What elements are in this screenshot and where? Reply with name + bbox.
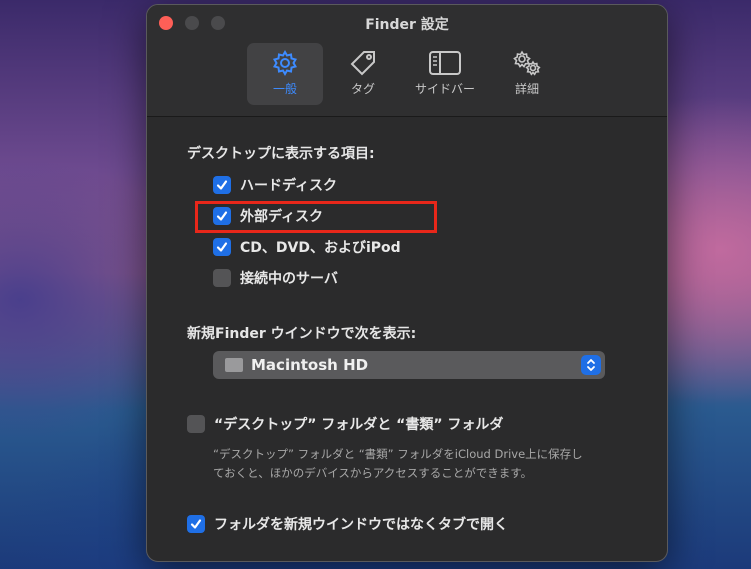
new-window-target-value: Macintosh HD bbox=[251, 356, 369, 374]
tag-icon bbox=[350, 51, 375, 76]
window-title: Finder 設定 bbox=[365, 17, 449, 33]
toolbar: Finder 設定 一般 タグ サイドバー 詳細 bbox=[147, 5, 667, 117]
gears-icon bbox=[513, 50, 541, 76]
open-folders-in-tabs-label: フォルダを新規ウインドウではなくタブで開く bbox=[214, 517, 508, 533]
connected-servers-label: 接続中のサーバ bbox=[240, 271, 338, 287]
tab-general-label: 一般 bbox=[272, 82, 297, 96]
cd-dvd-ipod-checkbox[interactable] bbox=[213, 238, 231, 256]
hard-drive-icon bbox=[225, 358, 243, 372]
new-window-target-select[interactable]: Macintosh HD bbox=[213, 351, 605, 379]
connected-servers-checkbox[interactable] bbox=[213, 269, 231, 287]
checkmark-icon bbox=[216, 180, 228, 190]
sidebar-icon bbox=[429, 51, 461, 75]
tab-sidebar[interactable]: サイドバー bbox=[403, 43, 487, 105]
chevron-updown-icon bbox=[581, 355, 601, 375]
tab-sidebar-label: サイドバー bbox=[414, 82, 475, 96]
checkmark-icon bbox=[190, 519, 202, 529]
desktop-items-heading: デスクトップに表示する項目: bbox=[187, 146, 375, 162]
cd-dvd-ipod-option[interactable]: CD、DVD、およびiPod bbox=[213, 237, 401, 257]
checkmark-icon bbox=[216, 242, 228, 252]
icloud-desktop-documents-option[interactable]: “デスクトップ” フォルダと “書類” フォルダ bbox=[187, 414, 503, 434]
icloud-desktop-documents-checkbox[interactable] bbox=[187, 415, 205, 433]
finder-settings-window: Finder 設定 一般 タグ サイドバー 詳細 デスクトップに表示する項目: … bbox=[146, 4, 668, 562]
hard-disk-checkbox[interactable] bbox=[213, 176, 231, 194]
gear-icon bbox=[272, 49, 298, 77]
connected-servers-option[interactable]: 接続中のサーバ bbox=[213, 268, 338, 288]
tab-general[interactable]: 一般 bbox=[247, 43, 323, 105]
cd-dvd-ipod-label: CD、DVD、およびiPod bbox=[240, 240, 401, 256]
tab-advanced-label: 詳細 bbox=[514, 82, 539, 96]
tab-advanced[interactable]: 詳細 bbox=[497, 43, 557, 105]
hard-disk-option[interactable]: ハードディスク bbox=[213, 175, 337, 195]
icloud-desktop-documents-label: “デスクトップ” フォルダと “書類” フォルダ bbox=[214, 417, 504, 433]
open-folders-in-tabs-option[interactable]: フォルダを新規ウインドウではなくタブで開く bbox=[187, 514, 508, 534]
tab-tags[interactable]: タグ bbox=[333, 43, 393, 105]
open-folders-in-tabs-checkbox[interactable] bbox=[187, 515, 205, 533]
highlight-box bbox=[195, 201, 437, 233]
new-window-heading: 新規Finder ウインドウで次を表示: bbox=[187, 326, 417, 342]
hard-disk-label: ハードディスク bbox=[240, 178, 338, 194]
icloud-description: “デスクトップ” フォルダと “書類” フォルダをiCloud Drive上に保… bbox=[213, 447, 583, 480]
tab-tags-label: タグ bbox=[350, 82, 375, 96]
